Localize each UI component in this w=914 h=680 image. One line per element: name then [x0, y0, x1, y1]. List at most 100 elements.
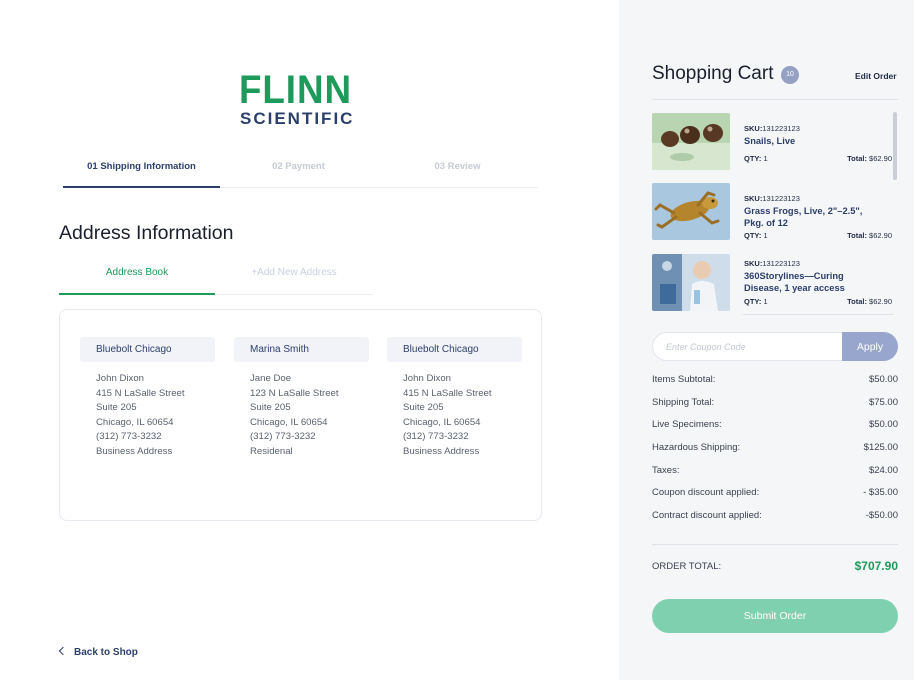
summary-value: $125.00: [863, 442, 898, 454]
divider: [743, 314, 894, 315]
logo-subtitle: SCIENTIFIC: [240, 109, 355, 128]
summary-label: Contract discount applied:: [652, 510, 762, 522]
cart-items-list[interactable]: SKU:131223123 Snails, Live QTY: 1 Total:…: [652, 110, 892, 315]
address-card[interactable]: Bluebolt Chicago John Dixon 415 N LaSall…: [387, 337, 522, 460]
cart-item: SKU:131223123 360Storylines—Curing Disea…: [652, 251, 892, 313]
summary-label: Coupon discount applied:: [652, 487, 760, 499]
total-value: $62.90: [869, 231, 892, 240]
address-card-details: Jane Doe 123 N LaSalle Street Suite 205 …: [234, 362, 369, 460]
coupon-input[interactable]: [652, 332, 847, 361]
tab-address-book[interactable]: Address Book: [59, 262, 215, 295]
flinn-logo[interactable]: FLINN SCIENTIFIC: [239, 70, 379, 130]
item-sku: SKU:131223123: [744, 194, 800, 203]
order-total-value: $707.90: [854, 559, 898, 573]
back-to-shop-label: Back to Shop: [74, 647, 138, 658]
item-sku: SKU:131223123: [744, 124, 800, 133]
coupon-form: Apply: [652, 332, 898, 361]
summary-value: -$50.00: [865, 510, 898, 522]
address-city: Chicago, IL 60654: [403, 416, 481, 428]
apply-coupon-button[interactable]: Apply: [842, 332, 898, 361]
qty-prefix: QTY:: [744, 231, 764, 240]
item-qty: QTY: 1: [744, 154, 768, 163]
summary-value: $50.00: [868, 419, 898, 431]
cart-scrollbar[interactable]: [893, 112, 897, 180]
summary-label: Taxes:: [652, 464, 680, 476]
qty-value: 1: [763, 297, 768, 306]
item-title[interactable]: Snails, Live: [744, 135, 884, 147]
address-street: 123 N LaSalle Street: [250, 387, 339, 399]
divider: [652, 544, 898, 545]
address-person: John Dixon: [96, 373, 144, 384]
address-phone: (312) 773-3232: [403, 431, 469, 443]
address-type: Business Address: [96, 445, 173, 457]
sku-prefix: SKU:: [744, 124, 763, 133]
address-person: Jane Doe: [250, 373, 292, 384]
address-unit: Suite 205: [250, 402, 291, 414]
address-type: Business Address: [403, 445, 480, 457]
summary-row: Contract discount applied: -$50.00: [652, 510, 898, 533]
address-phone: (312) 773-3232: [96, 431, 162, 443]
sku-prefix: SKU:: [744, 259, 763, 268]
address-phone: (312) 773-3232: [250, 431, 316, 443]
address-tabs: Address Book +Add New Address: [59, 262, 373, 295]
total-prefix: Total:: [847, 154, 870, 163]
item-title[interactable]: Grass Frogs, Live, 2"–2.5", Pkg. of 12: [744, 205, 884, 229]
step-shipping[interactable]: 01 Shipping Information: [63, 155, 220, 188]
cart-count-badge: 10: [781, 66, 799, 84]
divider: [652, 99, 898, 100]
item-qty: QTY: 1: [744, 231, 768, 240]
total-value: $62.90: [869, 154, 892, 163]
total-prefix: Total:: [847, 231, 870, 240]
item-sku: SKU:131223123: [744, 259, 800, 268]
address-street: 415 N LaSalle Street: [403, 387, 492, 399]
checkout-main: FLINN SCIENTIFIC 01 Shipping Information…: [0, 0, 619, 680]
summary-row: Items Subtotal: $50.00: [652, 374, 898, 397]
qty-prefix: QTY:: [744, 297, 764, 306]
sku-value: 131223123: [762, 259, 800, 268]
logo-wordmark: FLINN: [239, 68, 352, 112]
summary-label: Items Subtotal:: [652, 374, 716, 385]
order-summary: Items Subtotal: $50.00 Shipping Total: $75…: [652, 374, 898, 533]
item-title[interactable]: 360Storylines—Curing Disease, 1 year acc…: [744, 270, 884, 294]
summary-label: Shipping Total:: [652, 396, 715, 408]
address-card-details: John Dixon 415 N LaSalle Street Suite 20…: [80, 362, 215, 460]
address-card-name: Bluebolt Chicago: [387, 337, 522, 362]
address-unit: Suite 205: [96, 402, 137, 414]
item-total: Total: $62.90: [847, 297, 892, 306]
step-review[interactable]: 03 Review: [377, 155, 538, 188]
tab-add-new-address[interactable]: +Add New Address: [215, 262, 373, 295]
address-card-name: Marina Smith: [234, 337, 369, 362]
total-prefix: Total:: [847, 297, 870, 306]
summary-row: Shipping Total: $75.00: [652, 397, 898, 420]
qty-prefix: QTY:: [744, 154, 764, 163]
cart-title: Shopping Cart: [652, 63, 774, 84]
step-payment[interactable]: 02 Payment: [220, 155, 377, 188]
summary-label: Live Specimens:: [652, 419, 722, 431]
cart-sidebar: Shopping Cart 10 Edit Order SKU:13122312…: [619, 0, 914, 680]
address-card[interactable]: Marina Smith Jane Doe 123 N LaSalle Stre…: [234, 337, 369, 460]
address-card-details: John Dixon 415 N LaSalle Street Suite 20…: [387, 362, 522, 460]
product-image-snails: [652, 113, 730, 170]
order-total: ORDER TOTAL: $707.90: [652, 559, 898, 579]
summary-value: - $35.00: [863, 487, 898, 499]
summary-row: Coupon discount applied: - $35.00: [652, 487, 898, 510]
address-unit: Suite 205: [403, 402, 444, 414]
summary-row: Live Specimens: $50.00: [652, 419, 898, 442]
item-qty: QTY: 1: [744, 297, 768, 306]
address-card[interactable]: Bluebolt Chicago John Dixon 415 N LaSall…: [80, 337, 215, 460]
product-image-frog: [652, 183, 730, 240]
cart-item: SKU:131223123 Grass Frogs, Live, 2"–2.5"…: [652, 180, 892, 242]
chevron-left-icon: [58, 646, 68, 656]
submit-order-button[interactable]: Submit Order: [652, 599, 898, 633]
sku-prefix: SKU:: [744, 194, 763, 203]
address-city: Chicago, IL 60654: [96, 416, 174, 428]
address-book-panel: Bluebolt Chicago John Dixon 415 N LaSall…: [59, 309, 542, 521]
address-card-name: Bluebolt Chicago: [80, 337, 215, 362]
summary-label: Hazardous Shipping:: [652, 442, 741, 454]
edit-order-link[interactable]: Edit Order: [855, 71, 897, 81]
qty-value: 1: [763, 154, 768, 163]
summary-value: $75.00: [868, 396, 898, 408]
back-to-shop-link[interactable]: Back to Shop: [58, 646, 138, 658]
product-image-lab: [652, 254, 730, 311]
total-value: $62.90: [869, 297, 892, 306]
